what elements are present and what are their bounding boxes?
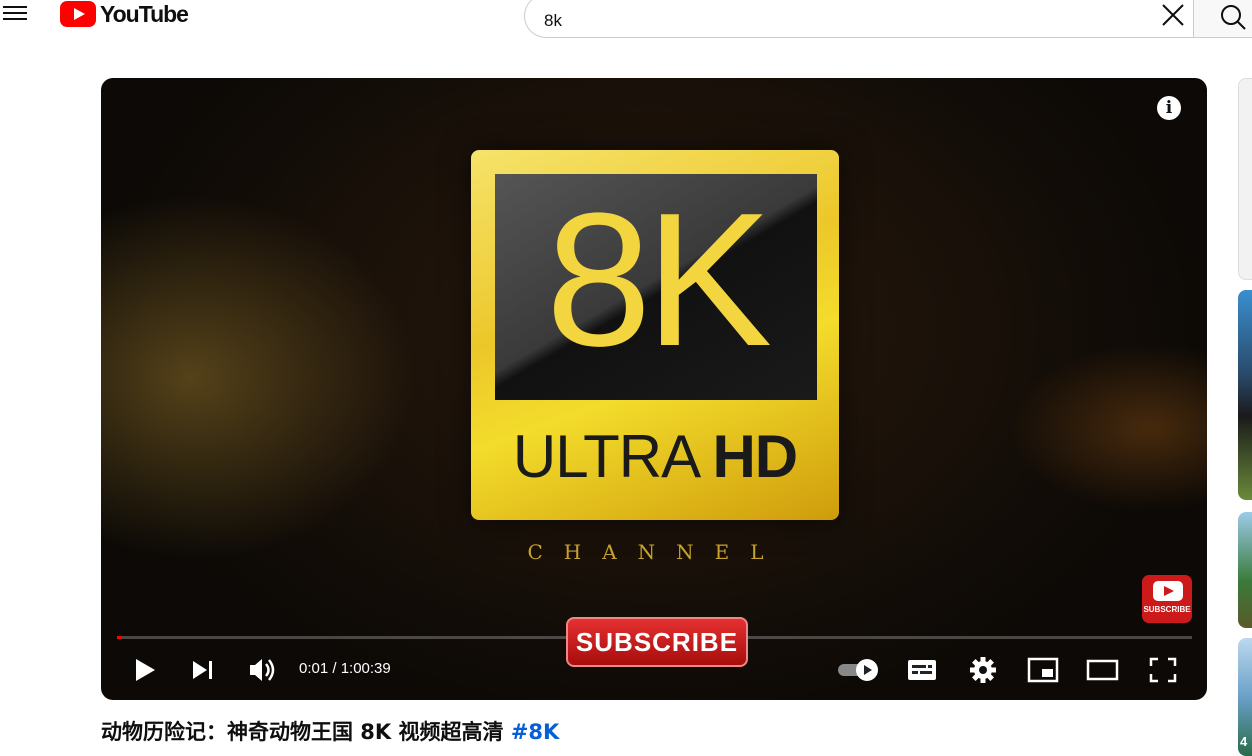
settings-icon[interactable] — [969, 650, 997, 690]
logo-text: YouTube — [100, 0, 189, 27]
search-icon — [1221, 5, 1246, 30]
badge-hd: HD — [712, 423, 798, 490]
time-display: 0:01 / 1:00:39 — [299, 660, 391, 677]
search-box — [524, 0, 1194, 38]
badge-ultra: ULTRA — [512, 423, 698, 490]
masthead: YouTube — [0, 0, 1252, 40]
miniplayer-icon[interactable] — [1027, 650, 1059, 690]
autoplay-toggle-icon[interactable] — [837, 650, 881, 690]
youtube-logo-icon — [60, 1, 96, 27]
8k-ultra-hd-badge: 8K ULTRA HD — [471, 150, 839, 520]
info-icon[interactable]: i — [1157, 96, 1181, 120]
video-player[interactable]: i 8K ULTRA HD CHANNEL SUBSCRIBE SUBSCRIB… — [101, 78, 1207, 700]
progress-played — [117, 636, 122, 639]
video-title-text: 动物历险记：神奇动物王国 8K 视频超高清 — [101, 720, 504, 744]
badge-ultra-hd-text: ULTRA HD — [471, 422, 839, 492]
sidebar-thumbnail[interactable] — [1238, 290, 1252, 500]
video-title: 动物历险记：神奇动物王国 8K 视频超高清 #8K — [101, 716, 559, 746]
channel-label: CHANNEL — [527, 540, 785, 564]
hashtag-link[interactable]: #8K — [511, 720, 559, 744]
sidebar-thumbnail[interactable]: 4 — [1238, 638, 1252, 756]
clear-icon[interactable] — [1159, 1, 1187, 29]
fullscreen-icon[interactable] — [1148, 650, 1178, 690]
subscribe-watermark-label: SUBSCRIBE — [1143, 605, 1191, 614]
theater-mode-icon[interactable] — [1086, 650, 1120, 690]
volume-icon[interactable] — [247, 650, 277, 690]
menu-icon[interactable] — [3, 2, 27, 24]
play-icon[interactable] — [131, 650, 159, 690]
player-controls: 0:01 / 1:00:39 — [101, 650, 1207, 690]
subtitles-icon[interactable] — [907, 650, 937, 690]
sidebar-thumbnail-label: 4 — [1240, 734, 1248, 749]
sidebar-card[interactable] — [1238, 78, 1252, 280]
youtube-logo[interactable]: YouTube — [60, 0, 189, 28]
search-button[interactable] — [1193, 0, 1252, 38]
badge-screen: 8K — [495, 174, 817, 400]
search-input[interactable] — [544, 7, 1104, 35]
badge-8k-text: 8K — [545, 174, 772, 386]
next-icon[interactable] — [189, 650, 217, 690]
youtube-play-icon — [1153, 581, 1183, 601]
subscribe-watermark[interactable]: SUBSCRIBE — [1142, 575, 1192, 623]
sidebar-thumbnail[interactable] — [1238, 512, 1252, 628]
